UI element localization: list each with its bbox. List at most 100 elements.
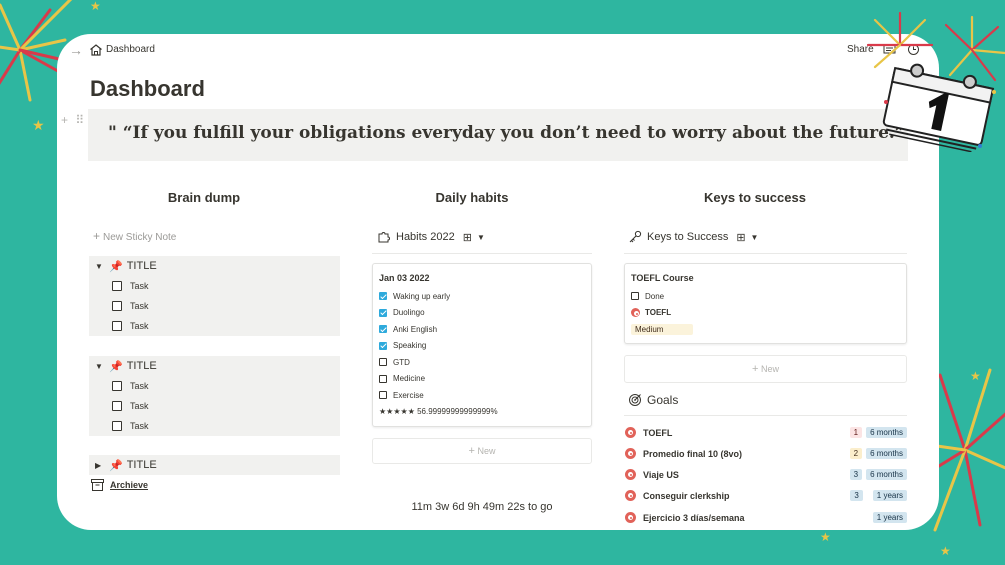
caret-right-icon[interactable]: ▶: [95, 461, 109, 470]
goal-name: Promedio final 10 (8vo): [643, 448, 743, 459]
target-icon: [631, 308, 640, 318]
habit-label: Speaking: [393, 341, 427, 351]
goal-timeframe-tag: 6 months: [866, 469, 907, 480]
keys-to-success-heading: Keys to success: [704, 190, 806, 205]
goal-name: Conseguir clerkship: [643, 490, 730, 501]
level-tag: Medium: [631, 323, 693, 335]
star-bottom-left: ★: [820, 530, 831, 544]
sticky-toggle-3: ▶ 📌 TITLE: [89, 455, 340, 475]
done-checkbox[interactable]: [631, 292, 639, 301]
share-button[interactable]: Share: [847, 44, 874, 55]
habit-checkbox[interactable]: [379, 391, 387, 400]
svg-text:★: ★: [970, 369, 981, 383]
chevron-down-icon[interactable]: ▼: [477, 233, 485, 242]
task-label[interactable]: Task: [130, 401, 149, 411]
new-sticky-note-label: New Sticky Note: [103, 232, 177, 243]
keys-db-title: Keys to Success: [647, 231, 729, 243]
table-view-icon[interactable]: ⊞: [463, 231, 472, 244]
goal-timeframe-tag: 6 months: [866, 448, 907, 459]
habits-new-button[interactable]: + New: [372, 438, 592, 464]
goal-row[interactable]: Viaje US 3 6 months: [625, 464, 907, 485]
toggle-header[interactable]: ▶ 📌 TITLE: [89, 455, 340, 475]
archive-label: Archieve: [110, 480, 149, 490]
habit-checkbox[interactable]: [379, 325, 387, 334]
done-row: Done: [625, 288, 906, 305]
keys-db-header[interactable]: Keys to Success ⊞ ▼: [628, 230, 758, 244]
quote-block: + ⠿ " “If you fulfill your obligations e…: [61, 109, 913, 161]
goal-priority-tag: 1: [849, 427, 863, 438]
divider: [624, 415, 907, 416]
sticky-toggle-2: ▼ 📌 TITLE Task Task Task: [89, 356, 340, 436]
quote-text[interactable]: " “If you fulfill your obligations every…: [108, 123, 913, 143]
habits-db-header[interactable]: Habits 2022 ⊞ ▼: [377, 230, 485, 244]
task-checkbox[interactable]: [112, 401, 122, 411]
new-sticky-note-button[interactable]: + New Sticky Note: [93, 229, 176, 243]
habit-checkbox[interactable]: [379, 358, 387, 367]
habit-checkbox[interactable]: [379, 374, 387, 383]
goal-relation-label[interactable]: TOEFL: [645, 308, 671, 317]
goal-name: Ejercicio 3 días/semana: [643, 512, 745, 523]
target-icon: [625, 490, 636, 501]
breadcrumb-dashboard[interactable]: Dashboard: [106, 44, 155, 55]
goal-row[interactable]: Ejercicio 3 días/semana 1 years: [625, 507, 907, 528]
task-item: Task: [89, 296, 340, 316]
habit-item: Medicine: [373, 371, 591, 388]
caret-down-icon[interactable]: ▼: [95, 362, 109, 371]
habit-item: Speaking: [373, 338, 591, 355]
task-item: Task: [89, 396, 340, 416]
habit-label: Exercise: [393, 390, 424, 400]
archive-box-icon: [91, 479, 104, 491]
table-view-icon[interactable]: ⊞: [736, 231, 745, 244]
task-label[interactable]: Task: [130, 301, 149, 311]
goal-row[interactable]: Conseguir clerkship 3 1 years: [625, 485, 907, 506]
task-label[interactable]: Task: [130, 321, 149, 331]
caret-down-icon[interactable]: ▼: [95, 262, 109, 271]
task-checkbox[interactable]: [112, 281, 122, 291]
task-label[interactable]: Task: [130, 421, 149, 431]
keys-card[interactable]: TOEFL Course Done TOEFL Medium: [624, 263, 907, 344]
habit-checkbox[interactable]: [379, 308, 387, 317]
habit-card-date: Jan 03 2022: [379, 273, 430, 283]
new-label: New: [477, 446, 496, 456]
svg-text:★: ★: [940, 544, 951, 558]
keys-icon: [629, 230, 642, 243]
task-item: Task: [89, 316, 340, 336]
target-outline-icon: [629, 394, 641, 406]
countdown-text: 11m 3w 6d 9h 49m 22s to go: [411, 501, 553, 513]
task-label[interactable]: Task: [130, 281, 149, 291]
comments-icon[interactable]: [883, 43, 896, 56]
task-label[interactable]: Task: [130, 381, 149, 391]
task-checkbox[interactable]: [112, 301, 122, 311]
task-checkbox[interactable]: [112, 381, 122, 391]
chevron-down-icon[interactable]: ▼: [751, 233, 759, 242]
toggle-header[interactable]: ▼ 📌 TITLE: [89, 356, 340, 376]
habit-item: Anki English: [373, 321, 591, 338]
goal-timeframe-tag: 1 years: [872, 490, 907, 501]
habit-label: Waking up early: [393, 291, 451, 301]
goal-priority-tag: 2: [849, 448, 863, 459]
keys-new-button[interactable]: + New: [624, 355, 907, 383]
svg-text:★: ★: [90, 0, 101, 13]
task-checkbox[interactable]: [112, 421, 122, 431]
page-title: Dashboard: [90, 76, 205, 101]
task-checkbox[interactable]: [112, 321, 122, 331]
pushpin-icon: 📌: [109, 360, 123, 373]
forward-arrow-icon[interactable]: →: [69, 42, 83, 58]
plus-icon: +: [468, 445, 475, 457]
goals-title: Goals: [647, 393, 679, 407]
keys-card-title: TOEFL Course: [631, 273, 694, 283]
block-drag-handle-icon[interactable]: + ⠿: [61, 113, 86, 127]
target-icon: [625, 512, 636, 523]
goals-header: Goals: [628, 393, 678, 407]
habit-card[interactable]: Jan 03 2022 Waking up early Duolingo Ank…: [372, 263, 592, 427]
pushpin-icon: 📌: [109, 459, 123, 472]
archive-link[interactable]: Archieve: [91, 479, 148, 491]
habit-checkbox[interactable]: [379, 292, 387, 301]
toggle-header[interactable]: ▼ 📌 TITLE: [89, 256, 340, 276]
clock-icon[interactable]: [907, 43, 920, 56]
habit-checkbox[interactable]: [379, 341, 387, 350]
goal-row[interactable]: Promedio final 10 (8vo) 2 6 months: [625, 443, 907, 464]
habit-label: Anki English: [393, 324, 438, 334]
pushpin-icon: 📌: [109, 260, 123, 273]
goal-row[interactable]: TOEFL 1 6 months: [625, 422, 907, 443]
